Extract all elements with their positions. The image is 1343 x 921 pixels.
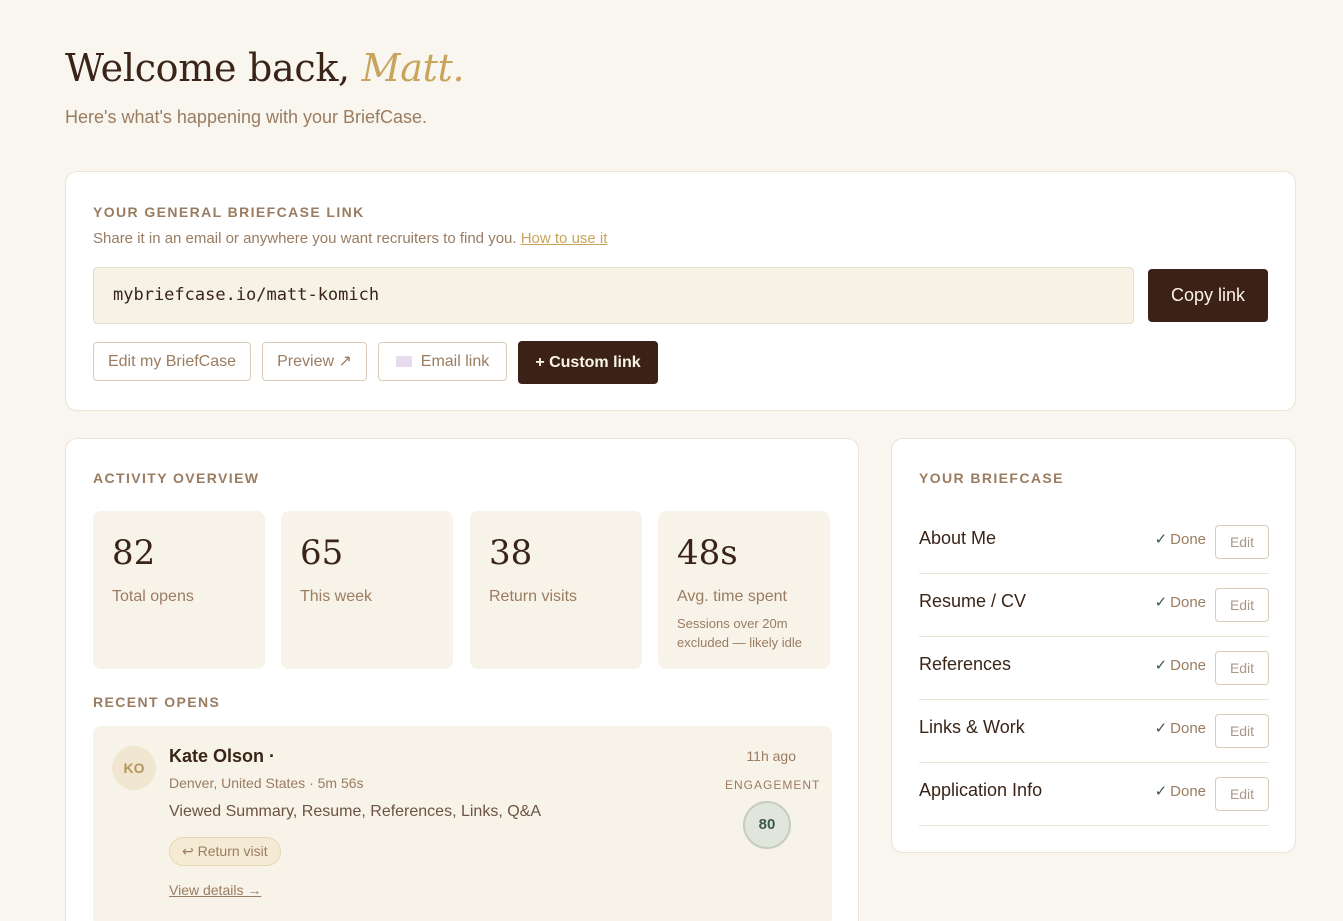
status-label: Done xyxy=(1170,783,1206,800)
stat-label: Avg. time spent xyxy=(677,588,787,605)
briefcase-item-application-info: Application Info ✓ Done Edit xyxy=(919,763,1269,826)
link-card-title: YOUR GENERAL BRIEFCASE LINK xyxy=(93,204,365,220)
briefcase-item-references: References ✓ Done Edit xyxy=(919,637,1269,700)
check-icon: ✓ xyxy=(1154,783,1168,800)
engagement-score: 80 xyxy=(743,801,791,849)
activity-overview-card: ACTIVITY OVERVIEW 82 Total opens 65 This… xyxy=(65,438,859,921)
edit-application-info-button[interactable]: Edit xyxy=(1215,777,1269,811)
stat-label: Total opens xyxy=(112,588,194,605)
briefcase-item-name: Application Info xyxy=(919,780,1043,800)
view-details-link[interactable]: View details → xyxy=(169,882,261,898)
how-to-use-link[interactable]: How to use it xyxy=(521,230,608,247)
status-label: Done xyxy=(1170,594,1206,611)
check-icon: ✓ xyxy=(1154,657,1168,674)
briefcase-link-field[interactable]: mybriefcase.io/matt-komich xyxy=(93,267,1134,324)
avatar: KO xyxy=(112,746,156,790)
page-subtitle: Here's what's happening with your BriefC… xyxy=(65,107,428,127)
check-icon: ✓ xyxy=(1154,720,1168,737)
visitor-viewed-sections: Viewed Summary, Resume, References, Link… xyxy=(169,803,541,820)
activity-title: ACTIVITY OVERVIEW xyxy=(93,470,260,486)
status-done: ✓ Done xyxy=(1155,656,1206,674)
briefcase-title: YOUR BRIEFCASE xyxy=(919,470,1064,486)
briefcase-item-about-me: About Me ✓ Done Edit xyxy=(919,511,1269,574)
copy-link-button[interactable]: Copy link xyxy=(1148,269,1268,322)
status-done: ✓ Done xyxy=(1155,593,1206,611)
stat-value: 82 xyxy=(112,533,156,573)
briefcase-item-name: Links & Work xyxy=(919,717,1025,737)
briefcase-item-name: Resume / CV xyxy=(919,591,1027,611)
check-icon: ✓ xyxy=(1154,594,1168,611)
visitor-meta: Denver, United States · 5m 56s xyxy=(169,775,364,791)
edit-references-button[interactable]: Edit xyxy=(1215,651,1269,685)
visitor-name: Kate Olson · xyxy=(169,746,276,766)
welcome-heading: Welcome back, Matt. xyxy=(65,46,465,90)
stat-value: 65 xyxy=(300,533,344,573)
status-label: Done xyxy=(1170,657,1206,674)
edit-briefcase-button[interactable]: Edit my BriefCase xyxy=(93,342,251,381)
status-label: Done xyxy=(1170,531,1206,548)
stat-note: Sessions over 20m excluded — likely idle xyxy=(677,616,803,650)
edit-resume-button[interactable]: Edit xyxy=(1215,588,1269,622)
status-done: ✓ Done xyxy=(1155,719,1206,737)
edit-links-work-button[interactable]: Edit xyxy=(1215,714,1269,748)
briefcase-item-resume: Resume / CV ✓ Done Edit xyxy=(919,574,1269,637)
stat-this-week: 65 This week xyxy=(281,511,453,669)
stat-total-opens: 82 Total opens xyxy=(93,511,265,669)
stat-value: 38 xyxy=(489,533,533,573)
briefcase-item-links-work: Links & Work ✓ Done Edit xyxy=(919,700,1269,763)
recent-opens-title: RECENT OPENS xyxy=(93,694,221,710)
email-link-button[interactable]: Email link xyxy=(378,342,507,381)
preview-button[interactable]: Preview ↗ xyxy=(262,342,367,381)
check-icon: ✓ xyxy=(1154,531,1168,548)
stat-avg-time: 48s Avg. time spent Sessions over 20m ex… xyxy=(658,511,830,669)
status-done: ✓ Done xyxy=(1155,782,1206,800)
user-name: Matt. xyxy=(361,46,465,90)
briefcase-item-name: About Me xyxy=(919,528,997,548)
stat-value: 48s xyxy=(677,533,738,573)
briefcase-item-name: References xyxy=(919,654,1012,674)
stat-label: Return visits xyxy=(489,588,578,605)
your-briefcase-card: YOUR BRIEFCASE About Me ✓ Done Edit Resum… xyxy=(891,438,1296,853)
custom-link-button[interactable]: + Custom link xyxy=(518,341,658,384)
greeting-text: Welcome back, xyxy=(65,46,350,90)
engagement-label: ENGAGEMENT xyxy=(725,778,821,792)
status-done: ✓ Done xyxy=(1155,530,1206,548)
stat-return-visits: 38 Return visits xyxy=(470,511,642,669)
status-label: Done xyxy=(1170,720,1206,737)
return-visit-badge: ↩ Return visit xyxy=(169,837,281,866)
stat-label: This week xyxy=(300,588,373,605)
general-link-card: YOUR GENERAL BRIEFCASE LINK Share it in … xyxy=(65,171,1296,411)
link-card-description: Share it in an email or anywhere you wan… xyxy=(93,230,607,247)
time-ago: 11h ago xyxy=(746,748,796,764)
edit-about-me-button[interactable]: Edit xyxy=(1215,525,1269,559)
mail-icon xyxy=(395,356,412,367)
link-description-text: Share it in an email or anywhere you wan… xyxy=(93,230,517,247)
email-link-label: Email link xyxy=(420,353,490,370)
recent-open-item[interactable]: KO Kate Olson · Denver, United States · … xyxy=(93,726,832,921)
